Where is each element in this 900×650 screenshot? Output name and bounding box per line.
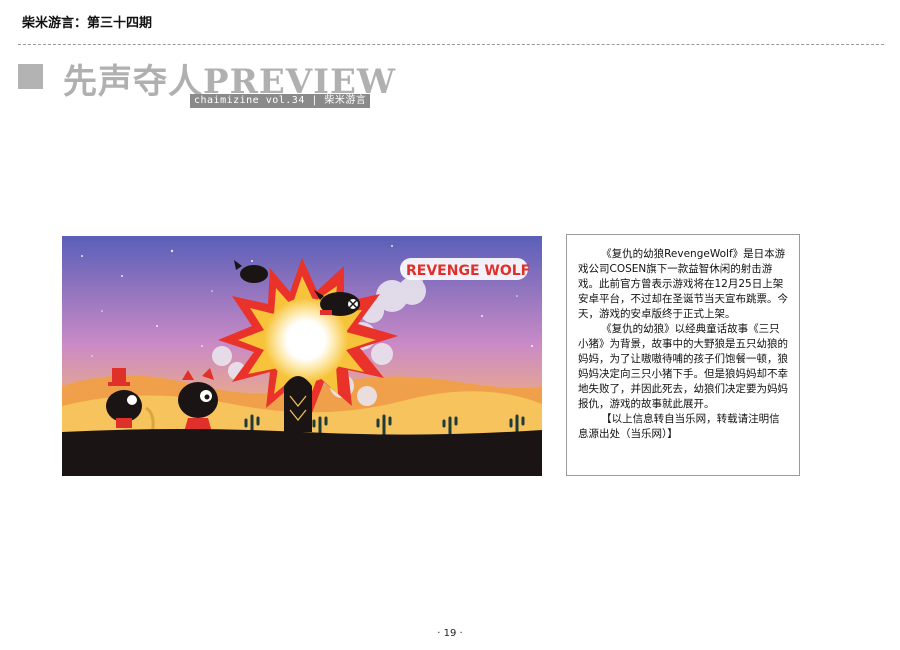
section-marker-square — [18, 64, 43, 89]
game-logo: REVENGE WOLF — [400, 258, 530, 280]
volume-tag: chaimizine vol.34 | 柴米游言 — [190, 94, 371, 108]
article-box: 《复仇的幼狼RevengeWolf》是日本游戏公司COSEN旗下一款益智休闲的射… — [566, 234, 800, 476]
ground — [62, 429, 542, 476]
issue-header: 柴米游言：第三十四期 — [22, 16, 153, 31]
svg-text:REVENGE WOLF: REVENGE WOLF — [406, 263, 530, 279]
article-paragraph-intro: 《复仇的幼狼RevengeWolf》是日本游戏公司COSEN旗下一款益智休闲的射… — [578, 248, 788, 320]
game-artwork: REVENGE WOLF — [62, 236, 542, 476]
tower — [284, 376, 312, 432]
page-number: · 19 · — [437, 628, 463, 639]
artwork-scene: REVENGE WOLF — [62, 236, 542, 476]
header-divider — [18, 44, 884, 45]
article-paragraph-source: 【以上信息转自当乐网，转载请注明信息源出处（当乐网）】 — [578, 413, 780, 440]
article-paragraph-story: 《复仇的幼狼》以经典童话故事《三只小猪》为背景，故事中的大野狼是五只幼狼的妈妈，… — [578, 323, 788, 410]
